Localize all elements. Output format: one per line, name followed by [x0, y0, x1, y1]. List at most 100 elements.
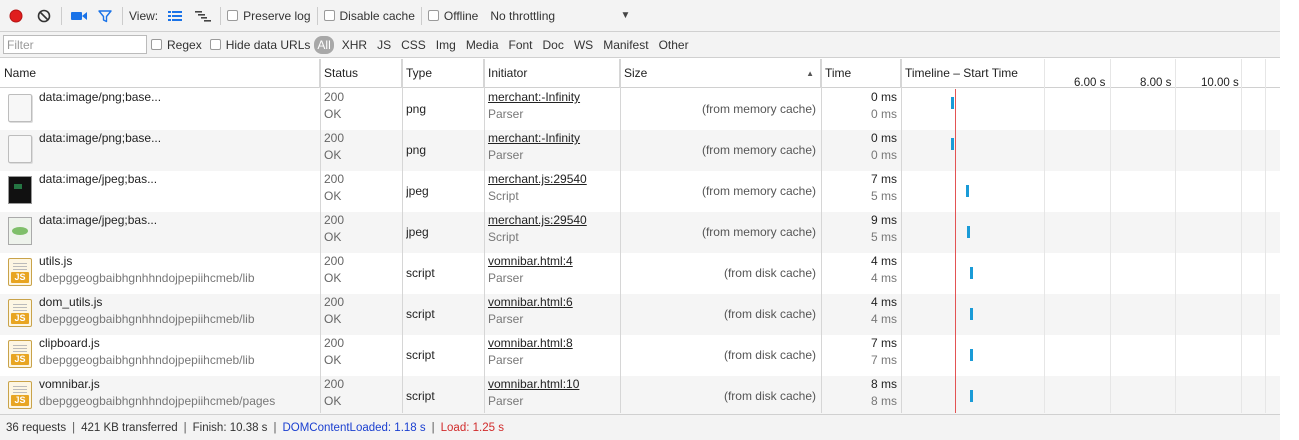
column-header-size[interactable]: Size ▲: [620, 59, 821, 88]
request-latency: 7 ms: [870, 353, 897, 367]
column-header-type[interactable]: Type: [402, 59, 484, 88]
table-row[interactable]: JS dom_utils.js dbepggeogbaibhgnhhndojpe…: [0, 294, 1280, 335]
toolbar-divider: [122, 6, 123, 25]
video-camera-icon: [71, 11, 87, 20]
toolbar-divider: [61, 6, 62, 25]
request-size: (from disk cache): [723, 307, 816, 321]
timeline-tick-label: 10.00 s: [1201, 77, 1239, 89]
initiator-link[interactable]: vomnibar.html:10: [488, 377, 579, 391]
request-latency: 0 ms: [870, 148, 897, 162]
status-code: 200: [324, 377, 345, 391]
initiator-link[interactable]: merchant.js:29540: [488, 213, 587, 227]
table-row[interactable]: data:image/jpeg;bas... 200 OK jpeg merch…: [0, 212, 1280, 253]
screenshot-capture-button[interactable]: [68, 5, 90, 27]
clear-button[interactable]: [33, 5, 55, 27]
type-filter-doc[interactable]: Doc: [538, 36, 569, 54]
filter-input[interactable]: [3, 35, 147, 54]
checkbox-box[interactable]: [227, 10, 239, 21]
timeline-tick-label: 8.00 s: [1140, 77, 1172, 89]
request-size: (from memory cache): [701, 143, 816, 157]
request-name: data:image/png;base...: [39, 90, 162, 104]
table-row[interactable]: data:image/png;base... 200 OK png mercha…: [0, 89, 1280, 130]
column-header-label: Time: [825, 66, 852, 80]
request-type: jpeg: [406, 225, 429, 239]
regex-checkbox[interactable]: Regex: [151, 38, 202, 52]
preserve-log-checkbox[interactable]: Preserve log: [227, 9, 311, 23]
name-cell: clipboard.js dbepggeogbaibhgnhhndojpepii…: [39, 335, 317, 376]
type-filter-media[interactable]: Media: [461, 36, 504, 54]
large-rows-button[interactable]: [164, 5, 186, 27]
name-cell: data:image/png;base...: [39, 130, 317, 171]
request-type: png: [406, 102, 427, 116]
checkbox-box[interactable]: [151, 39, 162, 50]
type-filter-other[interactable]: Other: [654, 36, 694, 54]
initiator-link[interactable]: vomnibar.html:4: [488, 254, 573, 268]
image-doc-icon: [8, 135, 32, 163]
status-code: 200: [324, 336, 345, 350]
column-header-initiator[interactable]: Initiator: [484, 59, 620, 88]
type-filter-manifest[interactable]: Manifest: [598, 36, 653, 54]
initiator-link[interactable]: vomnibar.html:8: [488, 336, 573, 350]
disable-cache-checkbox[interactable]: Disable cache: [323, 8, 415, 23]
status-text: OK: [324, 230, 342, 244]
type-filter-ws[interactable]: WS: [569, 36, 598, 54]
request-latency: 5 ms: [870, 230, 897, 244]
type-filter-xhr[interactable]: XHR: [337, 36, 372, 54]
time-cell: 4 ms 4 ms: [821, 294, 901, 335]
clear-icon: [37, 9, 51, 22]
request-time: 8 ms: [870, 377, 897, 391]
overview-button[interactable]: [192, 5, 214, 27]
filter-toggle-button[interactable]: [94, 5, 116, 27]
type-filter-img[interactable]: Img: [431, 36, 461, 54]
initiator-link[interactable]: merchant:-Infinity: [488, 131, 580, 145]
column-header-status[interactable]: Status: [320, 59, 402, 88]
request-name: vomnibar.js: [39, 377, 100, 391]
type-filter-js[interactable]: JS: [372, 36, 396, 54]
table-row[interactable]: JS vomnibar.js dbepggeogbaibhgnhhndojpep…: [0, 376, 1280, 417]
status-text: OK: [324, 107, 342, 121]
type-filter-css[interactable]: CSS: [396, 36, 431, 54]
table-row[interactable]: data:image/png;base... 200 OK png mercha…: [0, 130, 1280, 171]
js-file-icon: JS: [8, 258, 32, 286]
checkbox-box[interactable]: [209, 39, 221, 50]
checkbox-box[interactable]: [427, 10, 439, 21]
status-text: OK: [324, 189, 342, 203]
table-row[interactable]: JS utils.js dbepggeogbaibhgnhhndojpepiih…: [0, 253, 1280, 294]
initiator-link[interactable]: merchant:-Infinity: [488, 90, 580, 104]
initiator-link[interactable]: merchant.js:29540: [488, 172, 587, 186]
column-header-time[interactable]: Time: [821, 59, 901, 88]
record-button[interactable]: [5, 5, 27, 27]
table-row[interactable]: data:image/jpeg;bas... 200 OK jpeg merch…: [0, 171, 1280, 212]
image-thumbnail-icon: [8, 176, 32, 204]
hide-data-urls-checkbox[interactable]: Hide data URLs: [209, 38, 310, 52]
initiator-type: Parser: [488, 394, 524, 408]
type-filter-font[interactable]: Font: [504, 36, 538, 54]
timeline-gridline: [1265, 59, 1266, 413]
request-latency: 8 ms: [870, 394, 897, 408]
type-filter-all[interactable]: All: [314, 35, 334, 54]
table-row[interactable]: JS clipboard.js dbepggeogbaibhgnhhndojpe…: [0, 335, 1280, 376]
status-code: 200: [324, 172, 345, 186]
column-header-name[interactable]: Name: [0, 59, 320, 88]
request-type: png: [406, 143, 427, 157]
load-time: Load: 1.25 s: [440, 421, 504, 434]
throttling-select[interactable]: No throttling ▼: [490, 9, 630, 23]
disable-cache-label: Disable cache: [339, 8, 415, 23]
type-cell: png: [406, 130, 482, 171]
column-divider: [901, 59, 902, 413]
request-path: dbepggeogbaibhgnhhndojpepiihcmeb/lib: [39, 312, 255, 326]
size-cell: (from disk cache): [620, 294, 820, 335]
summary-divider: |: [431, 421, 435, 434]
offline-checkbox[interactable]: Offline: [427, 9, 478, 23]
initiator-type: Script: [488, 189, 519, 203]
initiator-link[interactable]: vomnibar.html:6: [488, 295, 573, 309]
status-cell: 200 OK: [324, 335, 400, 376]
main-toolbar: View: Preserve log Disable cache Offline…: [0, 0, 1280, 32]
column-header-label: Timeline – Start Time: [905, 66, 1018, 80]
status-text: OK: [324, 148, 342, 162]
summary-divider: |: [273, 421, 277, 434]
size-cell: (from disk cache): [620, 253, 820, 294]
checkbox-box[interactable]: [323, 10, 335, 21]
image-thumbnail-icon: [8, 217, 32, 245]
summary-divider: |: [72, 421, 76, 434]
